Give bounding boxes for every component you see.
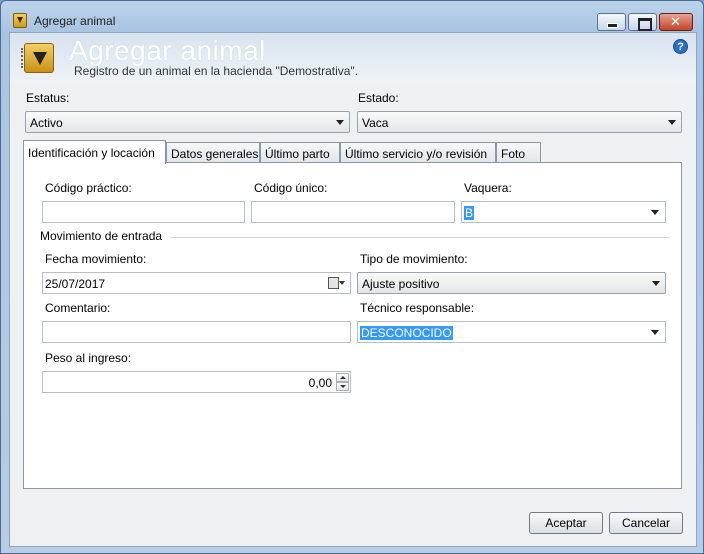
stepper-up-icon[interactable] [336,373,349,382]
vaquera-label: Vaquera: [464,181,512,195]
title-bar[interactable]: Agregar animal [1,1,703,31]
minimize-button[interactable] [597,13,626,31]
fecha-movimiento-input[interactable]: 25/07/2017 [42,272,351,294]
page-subtitle: Registro de un animal en la hacienda "De… [74,64,359,78]
tipo-movimiento-label: Tipo de movimiento: [360,252,468,266]
window-title: Agregar animal [34,14,116,28]
vaquera-value: B [464,206,475,220]
help-icon[interactable]: ? [673,39,688,54]
tab-ultimo-servicio[interactable]: Último servicio y/o revisión [340,142,496,163]
comentario-label: Comentario: [45,301,111,315]
estatus-value: Activo [30,116,63,130]
app-logo-icon [21,43,54,73]
codigo-practico-label: Código práctico: [45,181,132,195]
chevron-down-icon [651,330,659,335]
cancel-button[interactable]: Cancelar [609,512,683,534]
codigo-unico-label: Código único: [254,181,328,195]
peso-ingreso-stepper[interactable]: 0,00 [42,371,351,393]
codigo-unico-input[interactable] [251,201,455,223]
vaquera-select[interactable]: B [461,201,666,223]
comentario-input[interactable] [42,321,351,343]
tab-panel-identificacion: Código práctico: Código único: Vaquera: … [23,162,682,489]
estatus-select[interactable]: Activo [25,111,350,133]
tipo-movimiento-select[interactable]: Ajuste positivo [357,272,666,294]
peso-ingreso-label: Peso al ingreso: [45,351,132,365]
peso-ingreso-value: 0,00 [308,376,332,390]
tab-identificacion[interactable]: Identificación y locación [23,140,166,164]
stepper-down-icon[interactable] [336,382,349,391]
estado-label: Estado: [358,91,399,105]
tecnico-responsable-label: Técnico responsable: [360,301,475,315]
section-movimiento-entrada: Movimiento de entrada [40,229,163,243]
fecha-movimiento-label: Fecha movimiento: [45,252,147,266]
tecnico-responsable-select[interactable]: DESCONOCIDO [357,321,666,343]
estatus-label: Estatus: [26,91,70,105]
chevron-down-icon [336,120,344,125]
close-button[interactable] [659,13,693,31]
tipo-movimiento-value: Ajuste positivo [362,277,440,291]
tab-datos-generales[interactable]: Datos generales [166,142,260,163]
chevron-down-icon [668,120,676,125]
dialog-content: Agregar animal Registro de un animal en … [9,32,697,547]
tab-foto[interactable]: Foto [496,142,541,163]
page-title: Agregar animal [69,35,266,66]
tecnico-responsable-value: DESCONOCIDO [360,326,453,340]
estado-value: Vaca [362,116,389,130]
stepper-controls [336,373,349,391]
fecha-movimiento-value: 25/07/2017 [45,277,106,291]
maximize-button[interactable] [628,13,657,31]
dialog-window: Agregar animal Agregar animal Registro d… [0,0,704,554]
codigo-practico-input[interactable] [42,201,245,223]
estado-select[interactable]: Vaca [357,111,682,133]
section-divider [170,237,670,238]
chevron-down-icon [651,210,659,215]
calendar-icon[interactable] [328,277,346,289]
tab-ultimo-parto[interactable]: Último parto [260,142,340,163]
app-logo-icon [13,13,27,28]
accept-button[interactable]: Aceptar [529,512,603,534]
dialog-header: Agregar animal Registro de un animal en … [10,33,696,83]
chevron-down-icon [652,281,660,286]
